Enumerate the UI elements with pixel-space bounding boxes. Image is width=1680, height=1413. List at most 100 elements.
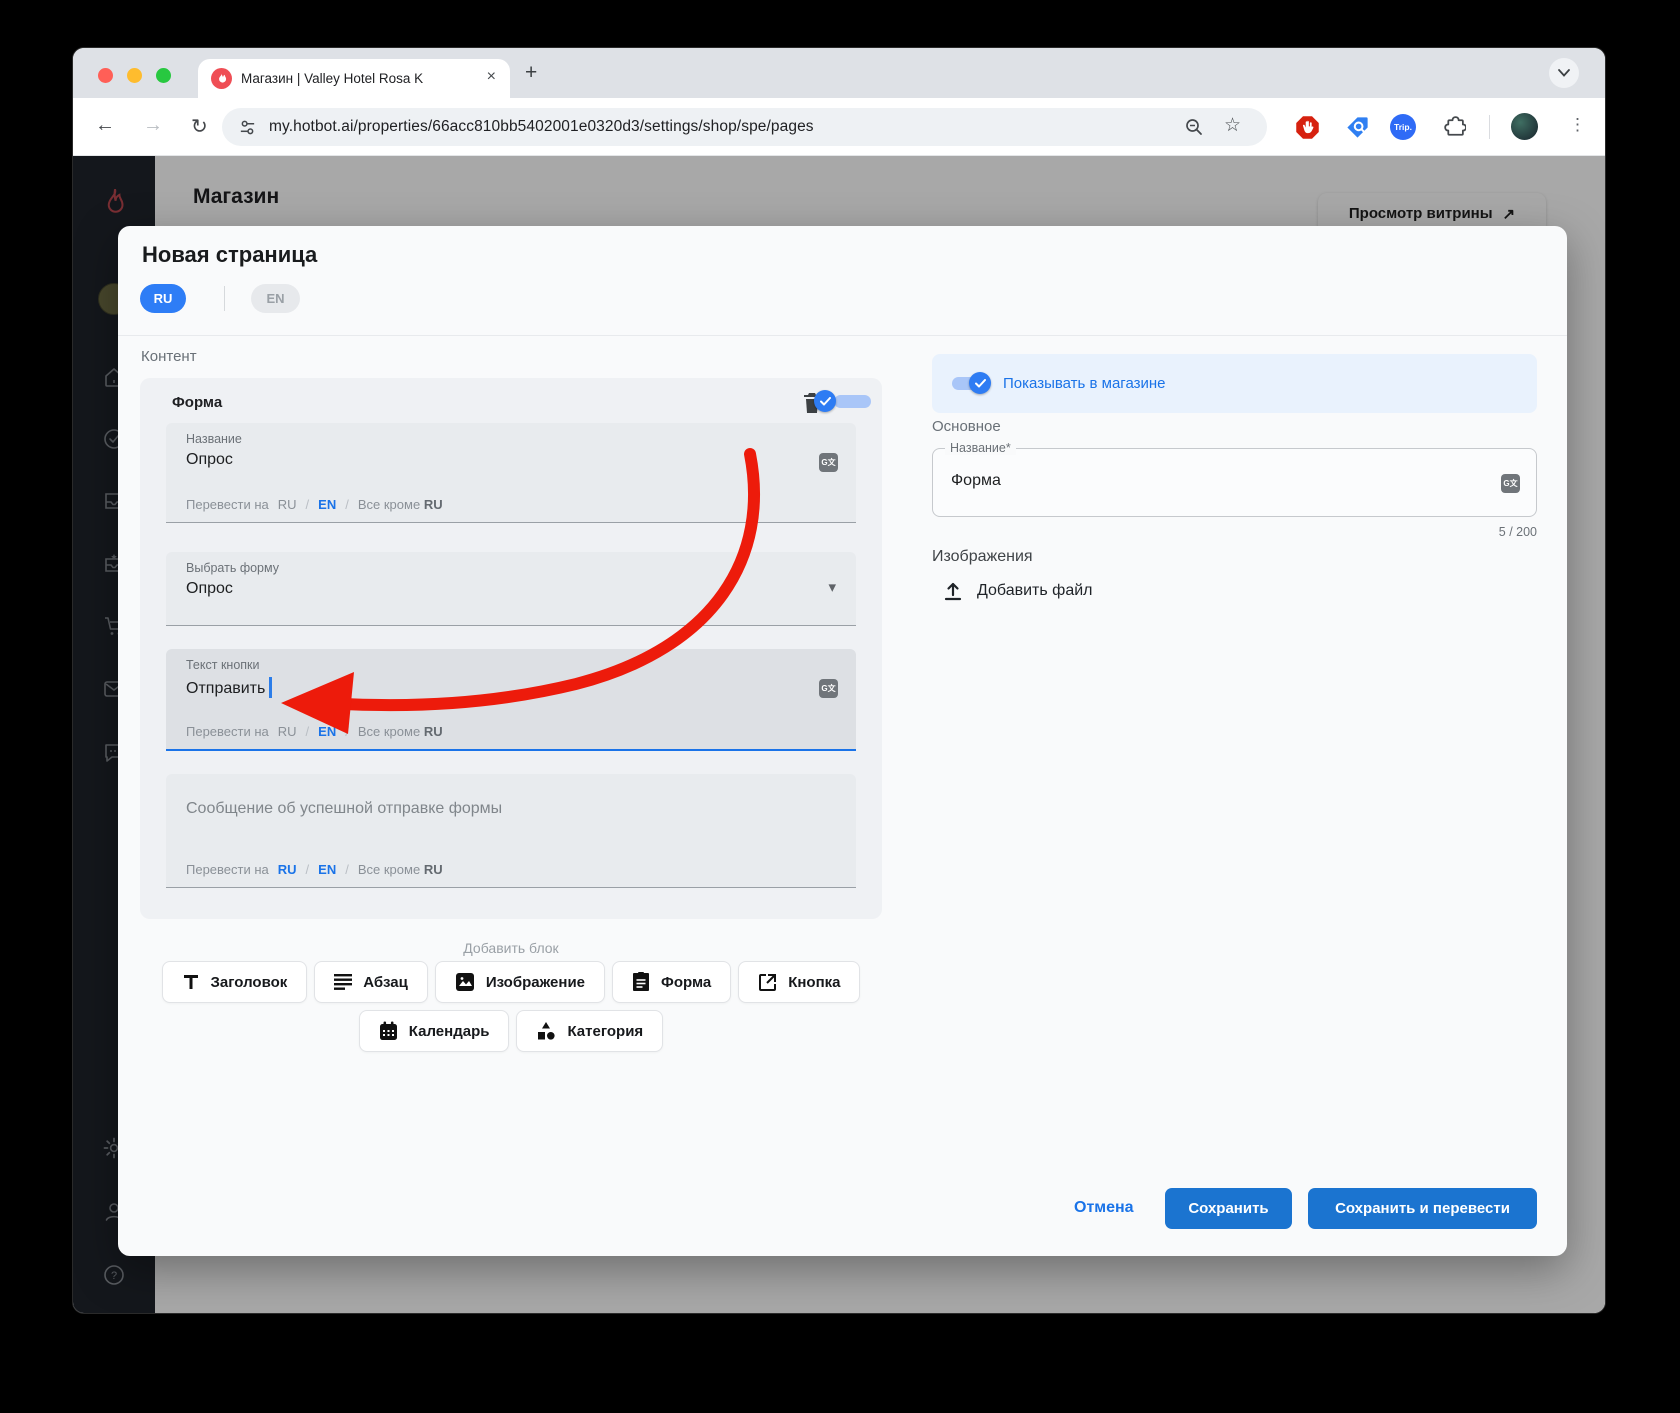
profile-avatar[interactable]: [1511, 113, 1538, 140]
add-calendar-button[interactable]: Календарь: [358, 1010, 510, 1052]
close-button[interactable]: [98, 68, 113, 83]
reload-icon[interactable]: ↻: [191, 114, 208, 139]
price-tag-extension-icon[interactable]: [1343, 113, 1371, 141]
lang-divider: [224, 286, 225, 311]
chevron-down-icon: [1558, 69, 1570, 77]
field-value: Форма: [951, 472, 1001, 489]
add-block-label: Добавить блок: [463, 940, 559, 956]
category-icon: [538, 1022, 556, 1040]
page-name-field[interactable]: Название* Форма G文: [932, 441, 1537, 517]
new-page-dialog: Новая страница RU EN Контент Форма Назва…: [118, 226, 1567, 1256]
add-paragraph-button[interactable]: Абзац: [314, 961, 428, 1003]
add-block-row-1: Заголовок Абзац Изображение Форма Кнопка: [140, 961, 882, 1003]
tab-list-button[interactable]: [1549, 58, 1579, 88]
bookmark-star-icon[interactable]: ☆: [1224, 114, 1241, 137]
translate-row: Перевести на RU / EN / Все кроме RU: [186, 862, 443, 877]
new-tab-button[interactable]: +: [525, 61, 537, 85]
add-button-button[interactable]: Кнопка: [738, 961, 861, 1003]
button-text-field[interactable]: Текст кнопки Отправить G文 Перевести на R…: [166, 649, 856, 751]
translate-icon[interactable]: G文: [819, 453, 838, 472]
add-heading-button[interactable]: Заголовок: [161, 961, 308, 1003]
translate-icon[interactable]: G文: [819, 679, 838, 698]
save-and-translate-button[interactable]: Сохранить и перевести: [1308, 1188, 1537, 1229]
dialog-title: Новая страница: [142, 242, 318, 267]
lang-tab-ru[interactable]: RU: [140, 284, 186, 313]
form-block-title: Форма: [172, 394, 223, 411]
translate-all-except[interactable]: Все кроме RU: [358, 724, 443, 739]
image-icon: [455, 973, 474, 991]
toolbar-divider: [1489, 115, 1490, 139]
field-label: Выбрать форму: [186, 561, 279, 575]
text-cursor: [269, 677, 272, 698]
form-block-card: Форма Название Опрос G文 Перевести на RU …: [140, 378, 882, 919]
browser-toolbar: ← → ↻ my.hotbot.ai/properties/66acc810bb…: [73, 98, 1605, 156]
block-name-field[interactable]: Название Опрос G文 Перевести на RU / EN /…: [166, 423, 856, 523]
forward-icon[interactable]: →: [143, 114, 163, 137]
cancel-button[interactable]: Отмена: [1074, 1199, 1134, 1217]
web-page: ? Магазин Просмотр витрины ↗ Новая стран…: [73, 156, 1605, 1313]
translate-to-en[interactable]: EN: [318, 724, 336, 739]
select-form-field[interactable]: Выбрать форму Опрос ▾: [166, 552, 856, 626]
show-in-shop-label: Показывать в магазине: [1003, 375, 1166, 392]
site-favicon-icon: [211, 68, 232, 89]
translate-all-except[interactable]: Все кроме RU: [358, 862, 443, 877]
paragraph-icon: [334, 974, 353, 990]
dropdown-caret-icon[interactable]: ▾: [828, 578, 836, 596]
translate-to-ru[interactable]: RU: [278, 862, 297, 877]
field-value: Отправить: [186, 677, 272, 698]
translate-row: Перевести на RU / EN / Все кроме RU: [186, 497, 443, 512]
header-divider: [118, 335, 1567, 336]
translate-to-ru[interactable]: RU: [278, 724, 297, 739]
field-placeholder: Сообщение об успешной отправке формы: [186, 800, 503, 817]
toggle-track: [834, 395, 871, 408]
images-section-label: Изображения: [932, 548, 1033, 565]
minimize-button[interactable]: [127, 68, 142, 83]
url-text: my.hotbot.ai/properties/66acc810bb540200…: [269, 118, 814, 135]
form-icon: [633, 972, 650, 991]
field-label: Название: [186, 432, 242, 446]
zoom-out-icon[interactable]: [1184, 117, 1204, 142]
add-form-button[interactable]: Форма: [612, 961, 732, 1003]
add-block-row-2: Календарь Категория: [140, 1010, 882, 1052]
browser-menu-icon[interactable]: ⋮: [1569, 115, 1586, 135]
success-message-field[interactable]: Сообщение об успешной отправке формы Пер…: [166, 774, 856, 888]
heading-icon: [183, 975, 198, 989]
translate-icon[interactable]: G文: [1501, 474, 1520, 493]
field-value: Опрос: [186, 580, 233, 597]
translate-all-except[interactable]: Все кроме RU: [358, 497, 443, 512]
calendar-icon: [379, 1021, 397, 1040]
address-bar[interactable]: my.hotbot.ai/properties/66acc810bb540200…: [222, 108, 1267, 146]
maximize-button[interactable]: [156, 68, 171, 83]
adblock-extension-icon[interactable]: [1293, 113, 1321, 141]
translate-row: Перевести на RU / EN / Все кроме RU: [186, 724, 443, 739]
field-label: Название*: [945, 441, 1016, 455]
show-in-shop-banner: Показывать в магазине: [932, 354, 1537, 413]
puzzle-extensions-icon[interactable]: [1439, 113, 1467, 141]
translate-to-ru[interactable]: RU: [278, 497, 297, 512]
content-section-label: Контент: [141, 348, 197, 365]
show-in-shop-toggle[interactable]: [952, 372, 991, 394]
back-icon[interactable]: ←: [95, 114, 115, 137]
site-settings-icon[interactable]: [238, 118, 257, 142]
toggle-thumb-check-icon: [814, 390, 836, 412]
field-label: Текст кнопки: [186, 658, 260, 672]
upload-icon: [944, 582, 962, 601]
lang-tab-en[interactable]: EN: [251, 284, 300, 313]
toggle-thumb-check-icon: [969, 372, 991, 394]
tab-title: Магазин | Valley Hotel Rosa K: [241, 71, 424, 86]
save-button[interactable]: Сохранить: [1165, 1188, 1292, 1229]
tab-close-icon[interactable]: ×: [487, 68, 496, 86]
add-file-button[interactable]: Добавить файл: [942, 580, 1093, 602]
browser-window: Магазин | Valley Hotel Rosa K × + ← → ↻ …: [73, 48, 1605, 1313]
trip-extension-icon[interactable]: Trip.: [1389, 113, 1417, 141]
basic-section-label: Основное: [932, 418, 1001, 435]
add-image-button[interactable]: Изображение: [434, 961, 606, 1003]
button-icon: [759, 973, 777, 991]
char-counter: 5 / 200: [1498, 525, 1537, 539]
translate-to-en[interactable]: EN: [318, 497, 336, 512]
translate-to-en[interactable]: EN: [318, 862, 336, 877]
tab-strip: Магазин | Valley Hotel Rosa K × +: [73, 48, 1605, 98]
browser-tab[interactable]: Магазин | Valley Hotel Rosa K ×: [198, 59, 510, 98]
field-value: Опрос: [186, 451, 233, 468]
add-category-button[interactable]: Категория: [516, 1010, 664, 1052]
